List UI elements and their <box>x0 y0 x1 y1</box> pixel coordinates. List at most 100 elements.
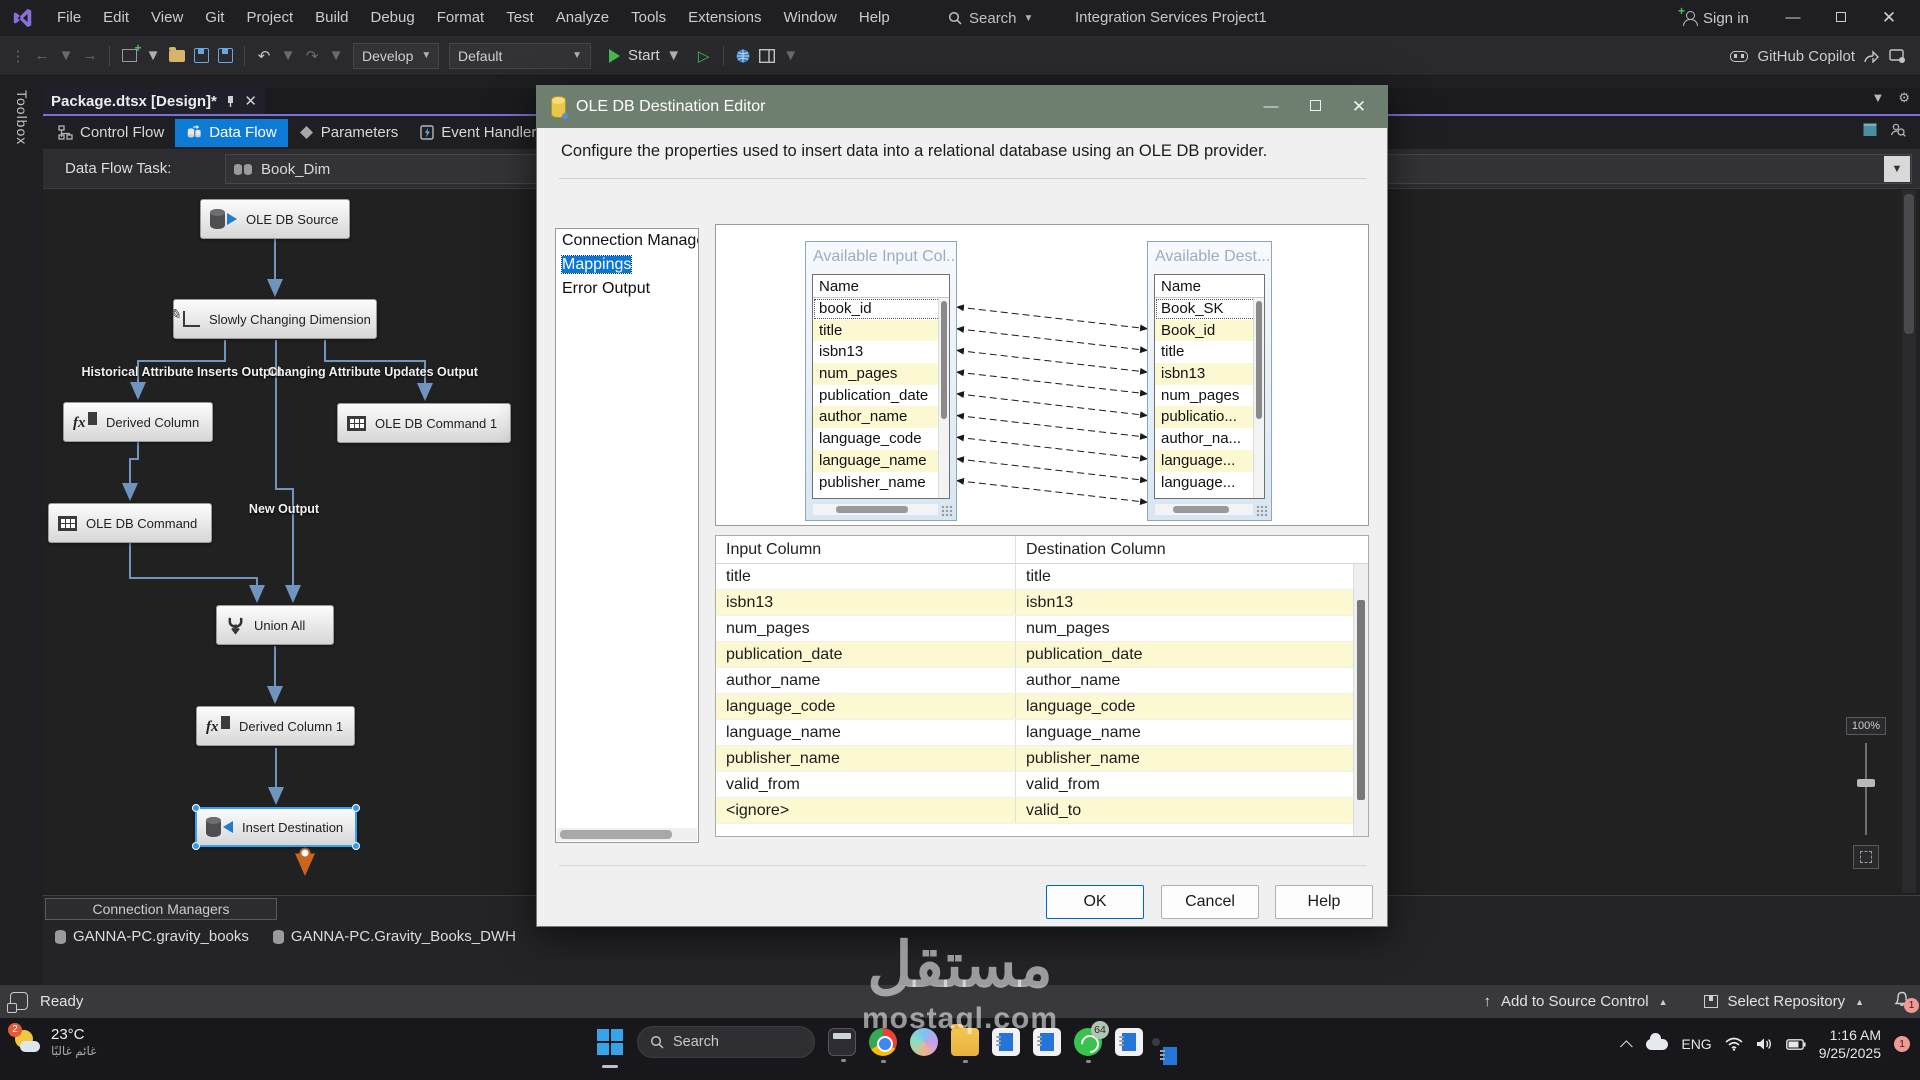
connection-manager-item[interactable]: GANNA-PC.Gravity_Books_DWH <box>273 928 516 945</box>
mapping-line[interactable] <box>957 416 1147 438</box>
menu-item-git[interactable]: Git <box>194 0 235 36</box>
mapping-row[interactable]: publisher_namepublisher_name <box>716 746 1368 772</box>
cancel-button[interactable]: Cancel <box>1161 885 1259 919</box>
menu-item-build[interactable]: Build <box>304 0 359 36</box>
task-view-icon[interactable] <box>828 1028 856 1056</box>
new-dropdown[interactable]: ▼ <box>143 43 163 69</box>
node-derived-column[interactable]: fx Derived Column <box>63 402 213 442</box>
menu-item-window[interactable]: Window <box>773 0 848 36</box>
dialog-nav-mappings[interactable]: Mappings <box>556 253 698 277</box>
dialog-maximize-button[interactable] <box>1295 86 1335 128</box>
input-horizontal-scrollbar[interactable] <box>813 504 938 515</box>
toolbox-tab[interactable]: Toolbox <box>14 90 30 145</box>
add-to-source-control-button[interactable]: Add to Source Control <box>1501 993 1649 1010</box>
mapping-row[interactable]: valid_fromvalid_from <box>716 772 1368 798</box>
menu-item-analyze[interactable]: Analyze <box>545 0 620 36</box>
selection-handle[interactable] <box>352 842 360 850</box>
menu-item-help[interactable]: Help <box>848 0 901 36</box>
node-insert-destination[interactable]: Insert Destination <box>195 807 357 847</box>
tab-control-flow[interactable]: Control Flow <box>47 119 175 147</box>
undo-button[interactable]: ↶ <box>254 43 274 69</box>
node-ole-db-source[interactable]: OLE DB Source <box>200 199 350 239</box>
mapping-row[interactable]: <ignore>valid_to <box>716 798 1368 824</box>
menu-item-test[interactable]: Test <box>495 0 545 36</box>
sign-in-button[interactable]: + Sign in <box>1682 0 1749 36</box>
mapping-line[interactable] <box>957 481 1147 503</box>
column-row[interactable]: num_pages <box>1155 385 1264 407</box>
undo-dropdown[interactable]: ▼ <box>278 43 298 69</box>
copilot-app-icon[interactable] <box>910 1028 938 1056</box>
clock[interactable]: 1:16 AM 9/25/2025 <box>1819 1026 1881 1062</box>
zoom-slider-thumb[interactable] <box>1857 779 1875 787</box>
nav-horizontal-scrollbar[interactable] <box>557 828 697 841</box>
document-tab-package[interactable]: Package.dtsx [Design]* ✕ <box>43 88 265 114</box>
close-tab-icon[interactable]: ✕ <box>244 92 257 110</box>
mapping-row[interactable]: publication_datepublication_date <box>716 642 1368 668</box>
node-slowly-changing-dimension[interactable]: ✎ Slowly Changing Dimension <box>173 299 377 339</box>
scrollbar-thumb[interactable] <box>941 301 947 419</box>
onedrive-icon[interactable] <box>1646 1039 1668 1050</box>
input-vertical-scrollbar[interactable] <box>938 298 949 498</box>
close-button[interactable]: ✕ <box>1866 0 1912 36</box>
tab-data-flow[interactable]: Data Flow <box>175 119 288 147</box>
back-dropdown[interactable]: ▼ <box>56 43 76 69</box>
start-dropdown[interactable]: ▼ <box>664 43 684 69</box>
design-vertical-scrollbar[interactable] <box>1902 190 1916 893</box>
column-row[interactable]: author_name <box>813 406 949 428</box>
redo-dropdown[interactable]: ▼ <box>326 43 346 69</box>
menu-item-view[interactable]: View <box>140 0 194 36</box>
mapping-row[interactable]: titletitle <box>716 564 1368 590</box>
whatsapp-icon[interactable]: 64 <box>1074 1028 1102 1056</box>
feedback-icon[interactable] <box>10 992 28 1010</box>
tab-list-chevron-icon[interactable]: ▼ <box>1871 90 1884 106</box>
column-row[interactable]: publication_date <box>813 385 949 407</box>
mapping-line[interactable] <box>957 394 1147 416</box>
mapping-row[interactable]: language_namelanguage_name <box>716 720 1368 746</box>
connection-managers-header[interactable]: Connection Managers <box>45 898 277 920</box>
menu-item-edit[interactable]: Edit <box>92 0 140 36</box>
browser-link-button[interactable] <box>733 43 753 69</box>
mapping-row[interactable]: author_nameauthor_name <box>716 668 1368 694</box>
weather-widget[interactable]: 2 23°C غائم غالبًا <box>12 1026 96 1058</box>
scrollbar-thumb[interactable] <box>836 506 909 513</box>
new-project-button[interactable] <box>119 43 139 69</box>
menu-item-extensions[interactable]: Extensions <box>677 0 772 36</box>
volume-icon[interactable] <box>1756 1037 1773 1051</box>
select-repository-button[interactable]: Select Repository <box>1728 993 1846 1010</box>
solution-configuration-select[interactable]: Develop ▼ <box>353 43 439 69</box>
tab-event-handlers[interactable]: Event Handlers <box>409 119 555 147</box>
menu-item-debug[interactable]: Debug <box>360 0 426 36</box>
scrollbar-thumb[interactable] <box>1256 301 1262 419</box>
column-row[interactable]: publicatio... <box>1155 406 1264 428</box>
dialog-close-button[interactable]: ✕ <box>1339 86 1379 128</box>
column-row[interactable]: book_id <box>813 298 949 320</box>
column-row[interactable]: title <box>1155 341 1264 363</box>
solution-platform-select[interactable]: Default ▼ <box>449 43 591 69</box>
user-search-icon[interactable] <box>1890 122 1906 138</box>
selection-handle[interactable] <box>192 804 200 812</box>
start-without-debug-button[interactable]: ▷ <box>694 43 714 69</box>
menu-item-file[interactable]: File <box>46 0 92 36</box>
mapping-line[interactable] <box>957 437 1147 459</box>
feedback-person-icon[interactable] <box>1889 49 1906 64</box>
minimize-button[interactable]: — <box>1770 0 1816 36</box>
zoom-to-fit-button[interactable] <box>1853 845 1879 869</box>
tab-options-icon[interactable]: ⚙ <box>1898 90 1910 106</box>
file-explorer-icon[interactable] <box>951 1028 979 1056</box>
selection-handle[interactable] <box>192 842 200 850</box>
share-icon[interactable] <box>1864 49 1880 63</box>
column-row[interactable]: isbn13 <box>813 341 949 363</box>
mapping-row[interactable]: language_codelanguage_code <box>716 694 1368 720</box>
redo-button[interactable]: ↷ <box>302 43 322 69</box>
column-row[interactable]: language_name <box>813 450 949 472</box>
column-row[interactable]: isbn13 <box>1155 363 1264 385</box>
toolbar-overflow[interactable]: ▼ <box>781 43 801 69</box>
mapping-line[interactable] <box>957 307 1147 329</box>
start-button[interactable] <box>596 1028 624 1056</box>
connection-manager-item[interactable]: GANNA-PC.gravity_books <box>55 928 249 945</box>
taskbar-search[interactable]: Search <box>637 1026 815 1058</box>
zoom-slider-track[interactable] <box>1865 743 1867 835</box>
menu-item-tools[interactable]: Tools <box>620 0 677 36</box>
save-button[interactable] <box>191 43 211 69</box>
column-row[interactable]: num_pages <box>813 363 949 385</box>
